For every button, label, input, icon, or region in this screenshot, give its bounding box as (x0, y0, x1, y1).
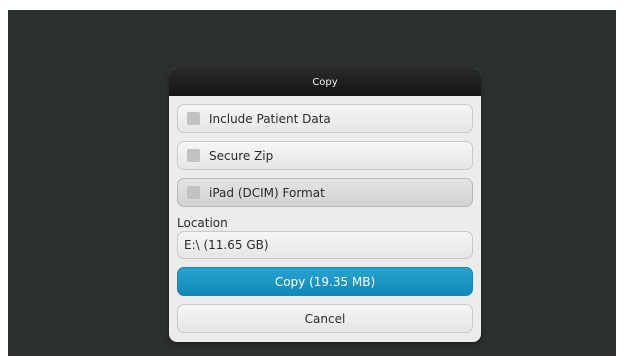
copy-button[interactable]: Copy (19.35 MB) (177, 267, 473, 296)
ipad-dcim-format-option[interactable]: iPad (DCIM) Format (177, 178, 473, 207)
copy-button-label: Copy (19.35 MB) (274, 274, 376, 289)
cancel-button[interactable]: Cancel (177, 304, 473, 333)
include-patient-data-checkbox[interactable] (187, 112, 200, 125)
ipad-dcim-format-checkbox[interactable] (187, 186, 200, 199)
ipad-dcim-format-label: iPad (DCIM) Format (209, 185, 325, 200)
secure-zip-option[interactable]: Secure Zip (177, 141, 473, 170)
include-patient-data-option[interactable]: Include Patient Data (177, 104, 473, 133)
location-value: E:\ (11.65 GB) (184, 238, 269, 252)
cancel-button-label: Cancel (304, 311, 346, 326)
secure-zip-label: Secure Zip (209, 148, 274, 163)
location-field[interactable]: E:\ (11.65 GB) (177, 231, 473, 259)
copy-dialog: Copy Include Patient Data Secure Zip iPa… (169, 68, 481, 342)
screen-background: Copy Include Patient Data Secure Zip iPa… (8, 10, 616, 356)
secure-zip-checkbox[interactable] (187, 149, 200, 162)
include-patient-data-label: Include Patient Data (209, 111, 331, 126)
dialog-title: Copy (312, 76, 338, 88)
location-label: Location (177, 216, 228, 230)
dialog-title-bar: Copy (169, 68, 481, 96)
